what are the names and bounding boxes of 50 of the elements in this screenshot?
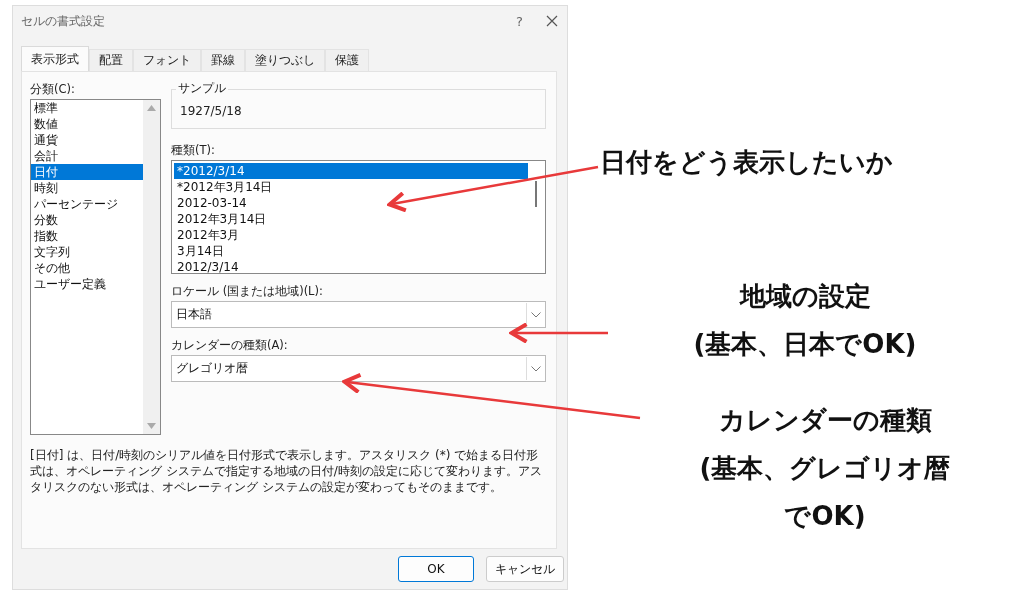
list-item[interactable]: 2012年3月14日 [174,211,528,227]
description-text: [日付] は、日付/時刻のシリアル値を日付形式で表示します。アスタリスク (*) で始まる日付形式は、オペレーティング システムで指定する地域の日付/時刻の設定に応じて変わります。アスタリスクのない形式は、オペレーティング システムの設定が変わってもそのままです。 [30,447,543,495]
list-item[interactable]: 3月14日 [174,243,528,259]
list-item[interactable]: 標準 [31,100,143,116]
list-item[interactable]: その他 [31,260,143,276]
calendar-dropdown[interactable]: グレゴリオ暦 [171,355,546,382]
list-item[interactable]: *2012年3月14日 [174,179,528,195]
scroll-thumb[interactable] [534,181,537,207]
type-list[interactable]: *2012/3/14 *2012年3月14日 2012-03-14 2012年3月14日 2012年3月 3月14日 2012/3/14 [171,160,546,274]
list-item[interactable]: 日付 [31,164,143,180]
list-item[interactable]: 2012-03-14 [174,195,528,211]
list-item[interactable]: 数値 [31,116,143,132]
list-item[interactable]: 時刻 [31,180,143,196]
dialog-button[interactable]: OK [398,556,474,582]
tab[interactable]: 配置 [89,49,133,71]
locale-dropdown[interactable]: 日本語 [171,301,546,328]
list-item[interactable]: 通貨 [31,132,143,148]
list-item[interactable]: 会計 [31,148,143,164]
chevron-down-icon [531,311,541,318]
tab[interactable]: 塗りつぶし [245,49,325,71]
tab[interactable]: 罫線 [201,49,245,71]
list-item[interactable]: 2012年3月 [174,227,528,243]
tab[interactable]: 保護 [325,49,369,71]
field-label: ロケール (国または地域)(L): [171,284,324,299]
scroll-up-icon[interactable] [147,105,156,111]
scrollbar[interactable] [143,100,160,434]
list-item[interactable]: 分数 [31,212,143,228]
window-title: セルの書式設定 [21,12,105,30]
list-item[interactable]: 文字列 [31,244,143,260]
sample-value: 1927/5/18 [179,103,243,118]
list-item[interactable]: 2012/3/14 [174,259,528,275]
field-label: カレンダーの種類(A): [171,338,289,353]
annotation-text: 日付をどう表示したいか [600,146,893,179]
field-label: 分類(C): [30,82,76,97]
tab[interactable]: フォント [133,49,201,71]
list-item[interactable]: ユーザー定義 [31,276,143,292]
dialog-button[interactable]: キャンセル [486,556,564,582]
field-label: 種類(T): [171,143,216,158]
annotation-text: カレンダーの種類 (基本、グレゴリオ暦 でOK) [698,404,952,533]
list-item[interactable]: 指数 [31,228,143,244]
scroll-down-icon[interactable] [147,423,156,429]
tab[interactable]: 表示形式 [21,46,89,71]
close-button[interactable] [545,14,559,28]
list-item[interactable]: *2012/3/14 [174,163,528,179]
group-label: サンプル [176,81,228,96]
annotation-text: 地域の設定 (基本、日本でOK) [692,280,918,361]
chevron-down-icon [531,365,541,372]
list-item[interactable]: パーセンテージ [31,196,143,212]
category-list[interactable]: 標準 数値 通貨 会計 日付 時刻 パーセンテージ 分数 指数 文字列 その他 ユーザー定義 [30,99,161,435]
help-button[interactable]: ? [516,13,523,29]
